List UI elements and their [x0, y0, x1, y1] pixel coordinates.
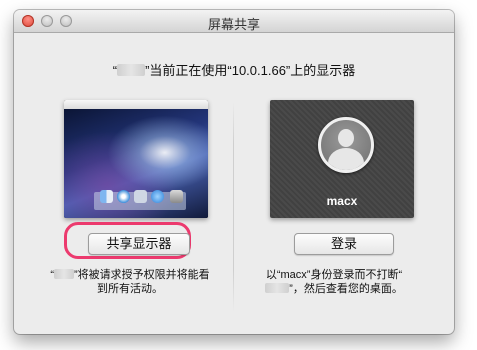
login-description: 以“macx”身份登录而不打断“ ”，然后查看您的桌面。 [254, 268, 414, 296]
login-button[interactable]: 登录 [294, 233, 394, 255]
share-display-button[interactable]: 共享显示器 [88, 233, 190, 255]
share-description: “”将被请求授予权限并将能看到所有活动。 [45, 268, 215, 296]
screen-sharing-dialog: 屏幕共享 “”当前正在使用“10.0.1.66”上的显示器 macx 共享显示器… [14, 10, 454, 334]
divider [233, 102, 234, 312]
login-description-text: ”，然后查看您的桌面。 [289, 283, 403, 295]
menu-bar [64, 100, 208, 109]
user-avatar-icon [318, 117, 374, 173]
login-description-prefix: 以“macx”身份登录而不打断“ [265, 269, 403, 281]
messages-icon [151, 190, 164, 203]
login-screen-preview: macx [270, 100, 414, 218]
share-description-text: ”将被请求授予权限并将能看到所有活动。 [74, 269, 210, 295]
redacted-name [265, 283, 290, 293]
window-title: 屏幕共享 [207, 17, 260, 32]
app-store-icon [134, 190, 147, 203]
title-bar: 屏幕共享 [14, 10, 454, 33]
message-suffix: ”当前正在使用“10.0.1.66”上的显示器 [145, 63, 356, 78]
trash-icon [170, 190, 183, 203]
redacted-name [117, 64, 146, 76]
local-screen-preview [64, 100, 208, 218]
redacted-name [54, 269, 74, 279]
avatar-head [338, 129, 354, 147]
safari-icon [117, 190, 130, 203]
finder-icon [100, 190, 113, 203]
status-message: “”当前正在使用“10.0.1.66”上的显示器 [14, 60, 454, 79]
avatar-shoulders [328, 148, 364, 170]
user-name: macx [326, 194, 358, 208]
